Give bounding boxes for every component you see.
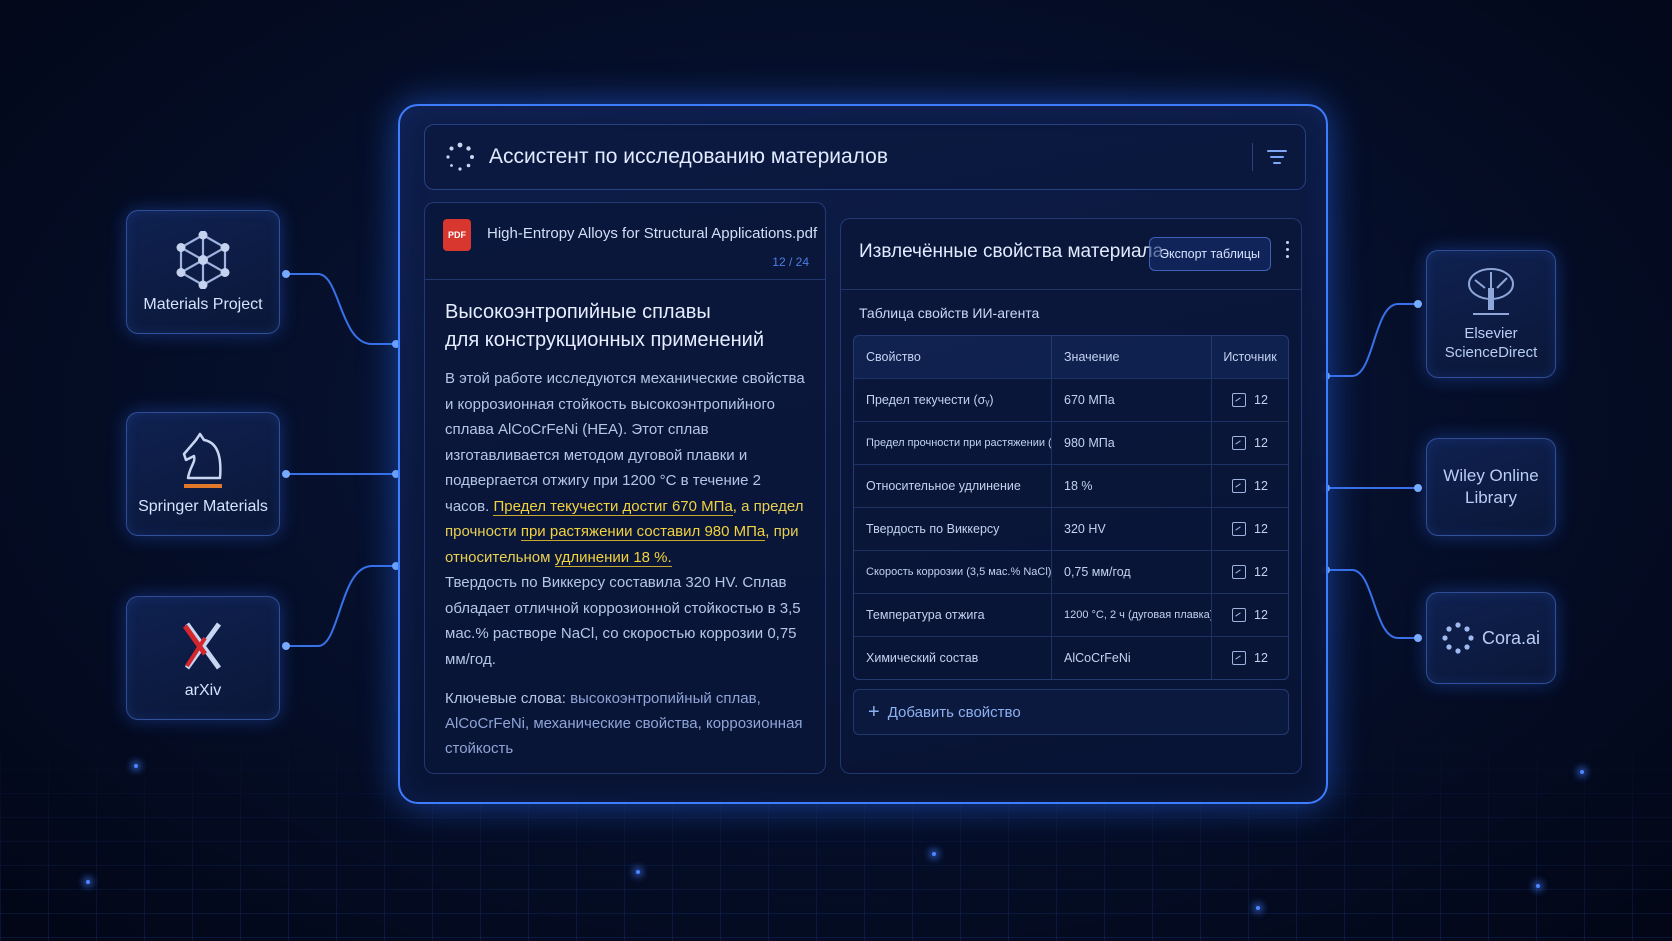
property-value: 670 МПа bbox=[1052, 379, 1212, 421]
app-header: Ассистент по исследованию материалов bbox=[424, 124, 1306, 190]
source-label: Materials Project bbox=[143, 296, 263, 313]
highlight-elongation[interactable]: удлинении 18 %. bbox=[554, 548, 672, 567]
table-row[interactable]: Твердость по Виккерсу 320 HV 12 bbox=[854, 507, 1288, 550]
source-link-icon bbox=[1232, 608, 1247, 622]
highlight-yield-strength[interactable]: Предел текучести достиг 670 МПа bbox=[493, 497, 733, 516]
source-link-icon bbox=[1232, 479, 1247, 493]
pdf-file-icon: PDF bbox=[443, 219, 471, 251]
source-page: 12 bbox=[1254, 608, 1268, 622]
source-label: arXiv bbox=[184, 682, 222, 699]
highlight-tensile-strength[interactable]: при растяжении составил 980 МПа bbox=[520, 523, 766, 541]
source-cell[interactable]: 12 bbox=[1212, 465, 1288, 507]
table-caption: Таблица свойств ИИ-агента bbox=[859, 305, 1040, 321]
source-elsevier[interactable]: Elsevier ScienceDirect bbox=[1426, 250, 1556, 378]
document-panel: PDF High-Entropy Alloys for Structural A… bbox=[424, 202, 826, 774]
properties-title: Извлечённые свойства материала bbox=[859, 241, 1164, 262]
source-link-icon bbox=[1232, 393, 1247, 407]
filter-icon[interactable] bbox=[1265, 145, 1289, 169]
source-link-icon bbox=[1232, 651, 1247, 665]
source-cell[interactable]: 12 bbox=[1212, 508, 1288, 550]
table-row[interactable]: Скорость коррозии (3,5 мас.% NaCl) 0,75 … bbox=[854, 550, 1288, 593]
source-label: ScienceDirect bbox=[1444, 344, 1538, 361]
source-label: Springer Materials bbox=[138, 498, 268, 515]
app-title: Ассистент по исследованию материалов bbox=[489, 145, 889, 168]
source-link-icon bbox=[1232, 565, 1247, 579]
property-name: Предел текучести (σᵧ) bbox=[854, 379, 1052, 421]
property-value: 980 МПа bbox=[1052, 422, 1212, 464]
tree-logo-icon bbox=[1461, 266, 1521, 318]
header-divider bbox=[1252, 143, 1253, 171]
document-title-line: Высокоэнтропийные сплавы bbox=[445, 301, 711, 323]
loading-ring-icon bbox=[445, 142, 475, 172]
property-value: 320 HV bbox=[1052, 508, 1212, 550]
source-label: Library bbox=[1465, 488, 1517, 507]
source-page: 12 bbox=[1254, 436, 1268, 450]
document-intro: В этой работе исследуются механические с… bbox=[445, 370, 805, 515]
table-row[interactable]: Предел прочности при растяжении (σᵤ) 980… bbox=[854, 421, 1288, 464]
source-page: 12 bbox=[1254, 522, 1268, 536]
dotted-ring-icon bbox=[1442, 622, 1474, 654]
property-name: Температура отжига bbox=[854, 594, 1052, 636]
page-indicator: 12 / 24 bbox=[772, 255, 809, 269]
source-cell[interactable]: 12 bbox=[1212, 594, 1288, 636]
source-arxiv[interactable]: arXiv bbox=[126, 596, 280, 720]
source-label: Elsevier bbox=[1464, 325, 1518, 342]
arxiv-x-icon bbox=[173, 616, 233, 676]
property-value: AlCoCrFeNi bbox=[1052, 637, 1212, 679]
source-link-icon bbox=[1232, 436, 1247, 450]
more-options-icon[interactable] bbox=[1283, 241, 1291, 265]
source-cell[interactable]: 12 bbox=[1212, 422, 1288, 464]
source-page: 12 bbox=[1254, 565, 1268, 579]
property-name: Скорость коррозии (3,5 мас.% NaCl) bbox=[854, 551, 1052, 593]
table-row[interactable]: Предел текучести (σᵧ) 670 МПа 12 bbox=[854, 378, 1288, 421]
document-paragraph: В этой работе исследуются механические с… bbox=[445, 366, 805, 672]
source-page: 12 bbox=[1254, 393, 1268, 407]
source-cell[interactable]: 12 bbox=[1212, 379, 1288, 421]
source-wiley[interactable]: Wiley Online Library bbox=[1426, 438, 1556, 536]
column-header-value[interactable]: Значение bbox=[1052, 336, 1212, 378]
export-table-button[interactable]: Экспорт таблицы bbox=[1149, 237, 1271, 271]
property-name: Твердость по Виккерсу bbox=[854, 508, 1052, 550]
source-cora[interactable]: Cora.ai bbox=[1426, 592, 1556, 684]
properties-panel: Извлечённые свойства материала Экспорт т… bbox=[840, 218, 1302, 774]
hexagon-network-icon bbox=[173, 230, 233, 290]
column-header-property[interactable]: Свойство bbox=[854, 336, 1052, 378]
plus-icon: + bbox=[868, 700, 880, 723]
property-value: 1200 °C, 2 ч (дуговая плавка) bbox=[1052, 594, 1212, 636]
chess-knight-icon bbox=[173, 432, 233, 492]
document-body: Высокоэнтропийные сплавы для конструкцио… bbox=[425, 280, 825, 761]
document-file-name[interactable]: High-Entropy Alloys for Structural Appli… bbox=[487, 225, 817, 242]
document-text: Твердость по Виккерсу составила 320 HV. … bbox=[445, 574, 801, 668]
add-property-button[interactable]: + Добавить свойство bbox=[853, 689, 1289, 735]
source-label: Cora.ai bbox=[1481, 628, 1541, 648]
property-value: 18 % bbox=[1052, 465, 1212, 507]
table-row[interactable]: Химический состав AlCoCrFeNi 12 bbox=[854, 636, 1288, 679]
property-value: 0,75 мм/год bbox=[1052, 551, 1212, 593]
source-materials-project[interactable]: Materials Project bbox=[126, 210, 280, 334]
source-page: 12 bbox=[1254, 651, 1268, 665]
column-header-source[interactable]: Источник bbox=[1212, 336, 1288, 378]
source-link-icon bbox=[1232, 522, 1247, 536]
property-name: Относительное удлинение bbox=[854, 465, 1052, 507]
main-window: Ассистент по исследованию материалов PDF… bbox=[398, 104, 1328, 804]
divider bbox=[841, 289, 1301, 290]
source-cell[interactable]: 12 bbox=[1212, 637, 1288, 679]
document-header: PDF High-Entropy Alloys for Structural A… bbox=[425, 203, 825, 280]
add-property-label: Добавить свойство bbox=[887, 703, 1021, 721]
source-cell[interactable]: 12 bbox=[1212, 551, 1288, 593]
table-row[interactable]: Относительное удлинение 18 % 12 bbox=[854, 464, 1288, 507]
property-name: Химический состав bbox=[854, 637, 1052, 679]
source-springer-materials[interactable]: Springer Materials bbox=[126, 412, 280, 536]
document-title-line: для конструкционных применений bbox=[445, 329, 765, 351]
source-page: 12 bbox=[1254, 479, 1268, 493]
property-name: Предел прочности при растяжении (σᵤ) bbox=[854, 422, 1052, 464]
table-header-row: Свойство Значение Источник bbox=[854, 336, 1288, 378]
properties-table: Свойство Значение Источник Предел текуче… bbox=[853, 335, 1289, 680]
keywords-label: Ключевые слова: bbox=[445, 690, 571, 707]
table-row[interactable]: Температура отжига 1200 °C, 2 ч (дуговая… bbox=[854, 593, 1288, 636]
document-keywords: Ключевые слова: высокоэнтропийный сплав,… bbox=[445, 686, 805, 761]
document-title: Высокоэнтропийные сплавы для конструкцио… bbox=[445, 298, 805, 354]
source-label: Wiley Online bbox=[1443, 466, 1539, 485]
